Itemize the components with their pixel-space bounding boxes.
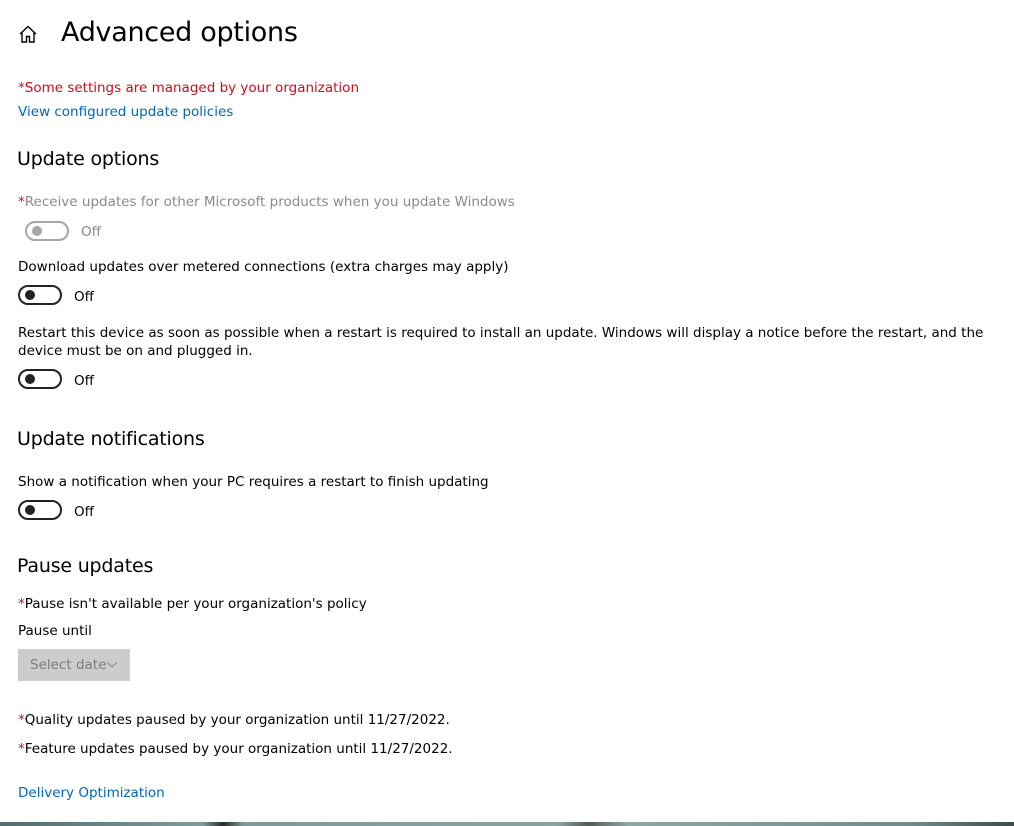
- delivery-optimization-link[interactable]: Delivery Optimization: [18, 784, 165, 802]
- metered-connections-toggle[interactable]: [18, 285, 62, 305]
- toggle-knob: [25, 374, 35, 384]
- select-date-text: Select date: [30, 657, 107, 673]
- managed-asterisk: *: [18, 596, 25, 612]
- update-options-heading: Update options: [17, 148, 160, 170]
- receive-updates-state: Off: [81, 224, 101, 240]
- pause-updates-heading: Pause updates: [17, 555, 154, 577]
- receive-updates-label: *Receive updates for other Microsoft pro…: [18, 194, 515, 210]
- receive-updates-toggle[interactable]: [25, 221, 69, 241]
- org-managed-notice: *Some settings are managed by your organ…: [18, 80, 360, 96]
- metered-connections-label: Download updates over metered connection…: [18, 259, 509, 275]
- home-icon[interactable]: [17, 23, 39, 45]
- managed-asterisk: *: [18, 741, 25, 757]
- restart-notification-label: Show a notification when your PC require…: [18, 474, 489, 490]
- restart-asap-toggle[interactable]: [18, 369, 62, 389]
- view-configured-update-policies-link[interactable]: View configured update policies: [18, 103, 233, 121]
- restart-asap-state: Off: [74, 373, 94, 389]
- feature-updates-paused-notice: *Feature updates paused by your organiza…: [18, 741, 453, 757]
- managed-asterisk: *: [18, 194, 25, 210]
- chevron-down-icon: [107, 662, 117, 668]
- quality-updates-paused-notice: *Quality updates paused by your organiza…: [18, 712, 450, 728]
- restart-asap-label: Restart this device as soon as possible …: [18, 325, 984, 359]
- toggle-knob: [25, 505, 35, 515]
- toggle-knob: [25, 290, 35, 300]
- page-title: Advanced options: [61, 17, 298, 48]
- pause-until-label: Pause until: [18, 623, 92, 639]
- update-notifications-heading: Update notifications: [17, 428, 205, 450]
- toggle-knob: [32, 226, 42, 236]
- restart-notification-toggle[interactable]: [18, 500, 62, 520]
- desktop-background-strip: [0, 822, 1014, 826]
- pause-policy-notice: *Pause isn't available per your organiza…: [18, 596, 367, 612]
- restart-notification-state: Off: [74, 504, 94, 520]
- select-date-dropdown[interactable]: Select date: [18, 649, 130, 681]
- managed-asterisk: *: [18, 712, 25, 728]
- metered-connections-state: Off: [74, 289, 94, 305]
